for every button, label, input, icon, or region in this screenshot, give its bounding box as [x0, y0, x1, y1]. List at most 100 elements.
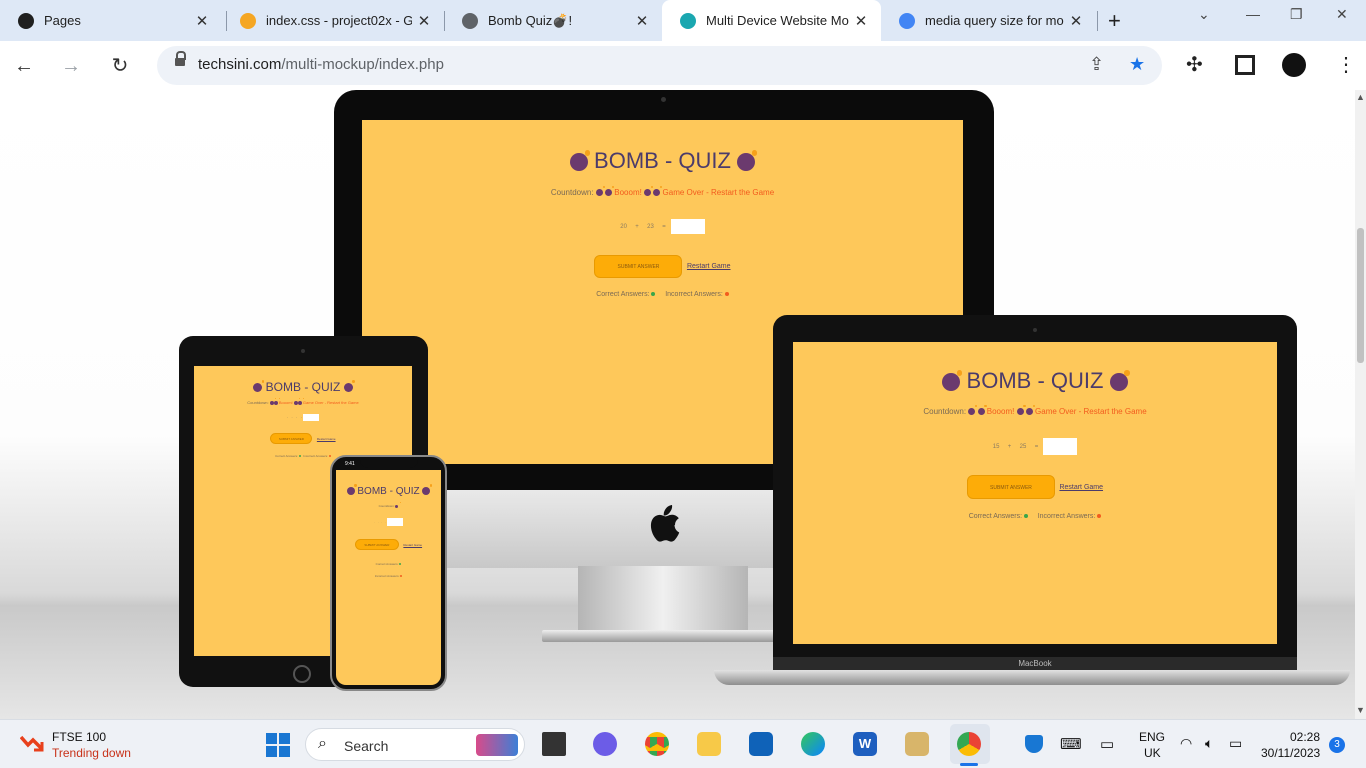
wifi-icon[interactable]: ◠ [1180, 735, 1192, 752]
bomb-icon [644, 186, 654, 197]
menu-kebab-icon[interactable]: ⋮ [1336, 52, 1356, 77]
start-windows-icon[interactable] [266, 733, 290, 757]
button-row: SUBMIT ANSWER Restart Game [194, 430, 412, 448]
globe-icon [462, 12, 478, 29]
forward-icon[interactable]: → [56, 51, 86, 81]
language-code[interactable]: ENG [1139, 730, 1165, 744]
clock-date[interactable]: 30/11/2023 [1261, 746, 1320, 760]
macbook-base [714, 670, 1350, 685]
store-icon[interactable] [749, 732, 773, 756]
trending-down-icon[interactable] [19, 734, 44, 752]
url-text[interactable]: techsini.com/multi-mockup/index.php [198, 56, 444, 73]
tab-pages[interactable]: Pages ✕ [0, 0, 222, 41]
answer-input[interactable] [670, 219, 705, 234]
restart-game-link[interactable]: Restart Game [687, 263, 731, 270]
close-window-icon[interactable]: ✕ [1336, 6, 1348, 23]
restart-game-link[interactable]: Restart Game [403, 543, 422, 547]
extensions-icon[interactable]: ✣ [1186, 52, 1203, 77]
quiz-title: BOMB - QUIZ [336, 484, 441, 497]
bomb-icon [395, 501, 401, 508]
quiz-title: BOMB - QUIZ [793, 368, 1277, 394]
volume-icon[interactable]: 🔈︎ [1205, 735, 1213, 752]
correct-dot [651, 292, 656, 297]
bomb-icon [737, 150, 758, 172]
answer-input[interactable] [303, 414, 320, 421]
bookmark-star-icon[interactable]: ★ [1129, 54, 1145, 75]
tab-search-icon[interactable]: ⌄ [1198, 6, 1210, 23]
countdown-label: Countdown: [550, 188, 594, 197]
close-icon[interactable]: ✕ [849, 12, 873, 30]
clock-time[interactable]: 02:28 [1290, 730, 1320, 744]
new-tab-button[interactable]: + [1108, 8, 1121, 34]
edge-icon[interactable] [801, 732, 825, 756]
close-icon[interactable]: ✕ [412, 12, 436, 30]
answer-input[interactable] [1043, 438, 1078, 455]
reload-icon[interactable]: ↻ [105, 51, 135, 81]
tab-separator [1097, 11, 1098, 31]
word-icon[interactable]: W [853, 732, 877, 756]
correct-label: Correct Answers: [275, 454, 298, 458]
active-indicator [960, 763, 978, 766]
tab-title: Pages [44, 13, 81, 28]
keyboard-icon[interactable]: ⌨ [1060, 735, 1082, 753]
operator: + [1007, 444, 1012, 451]
chrome-icon[interactable] [645, 732, 669, 756]
restart-game-link[interactable]: Restart Game [317, 437, 336, 441]
back-icon[interactable]: ← [9, 51, 39, 81]
operator: + [635, 224, 639, 231]
submit-answer-button[interactable]: SUBMIT ANSWER [966, 475, 1055, 499]
scroll-down-icon[interactable]: ▼ [1356, 705, 1365, 715]
address-bar[interactable]: techsini.com/multi-mockup/index.php ⇪ ★ [157, 46, 1162, 85]
search-highlight-icon [476, 734, 518, 756]
correct-label: Correct Answers: [375, 562, 399, 566]
widget-title[interactable]: FTSE 100 [52, 730, 106, 744]
scroll-up-icon[interactable]: ▲ [1356, 92, 1365, 102]
notification-badge[interactable]: 3 [1329, 737, 1345, 753]
restore-icon[interactable]: ❐ [1290, 6, 1303, 23]
defender-shield-icon[interactable] [1025, 735, 1043, 753]
profile-avatar[interactable] [1282, 53, 1306, 77]
display-icon[interactable]: ▭ [1100, 735, 1114, 753]
tab-title: Multi Device Website Mo [706, 13, 849, 28]
answer-input[interactable] [386, 518, 403, 526]
countdown-line: Countdown: Booom! Game Over - Restart th… [793, 405, 1277, 416]
share-icon[interactable]: ⇪ [1089, 54, 1104, 75]
scrollbar-thumb[interactable] [1357, 228, 1364, 363]
close-icon[interactable]: ✕ [1064, 12, 1088, 30]
tab-multi-device[interactable]: Multi Device Website Mo ✕ [662, 0, 881, 41]
task-view-icon[interactable] [542, 732, 566, 756]
page-scrollbar[interactable]: ▲ ▼ [1355, 90, 1366, 719]
bomb-icon [942, 370, 963, 392]
file-explorer-icon[interactable] [697, 732, 721, 756]
incorrect-line: Incorrect Answers: [336, 574, 441, 578]
minimize-icon[interactable]: — [1246, 6, 1260, 22]
countdown-line: Countdown: Booom! Game Over - Restart th… [362, 186, 963, 197]
bomb-icon [297, 397, 304, 405]
tab-index-css[interactable]: index.css - project02x - G ✕ [222, 0, 444, 41]
region-code[interactable]: UK [1144, 746, 1161, 760]
restart-game-link[interactable]: Restart Game [1059, 484, 1103, 491]
taskbar-search-box[interactable]: ⌕ Search [305, 728, 525, 761]
chrome-profile-icon[interactable] [957, 732, 981, 756]
score-line: Correct Answers: Incorrect Answers: [793, 513, 1277, 520]
chat-icon[interactable] [593, 732, 617, 756]
tab-bomb-quiz[interactable]: Bomb Quiz💣! ✕ [444, 0, 662, 41]
archive-icon[interactable] [905, 732, 929, 756]
widget-subtitle[interactable]: Trending down [52, 746, 131, 760]
close-icon[interactable]: ✕ [630, 12, 654, 30]
submit-answer-button[interactable]: SUBMIT ANSWER [270, 433, 313, 445]
submit-answer-button[interactable]: SUBMIT ANSWER [594, 255, 683, 278]
submit-answer-button[interactable]: SUBMIT ANSWER [354, 539, 399, 551]
camera [1033, 328, 1037, 332]
button-row: SUBMIT ANSWER Restart Game [793, 475, 1277, 499]
countdown-label: Countdown: [247, 400, 269, 405]
equals: = [1034, 444, 1039, 451]
tab-title: Bomb Quiz💣! [488, 12, 573, 28]
side-panel-icon[interactable] [1235, 55, 1255, 75]
incorrect-label: Incorrect Answers: [303, 454, 329, 458]
equals: = [662, 224, 666, 231]
boom-text: Booom! [278, 400, 293, 405]
close-icon[interactable]: ✕ [190, 12, 214, 30]
battery-icon[interactable]: ▭ [1229, 735, 1242, 752]
tab-media-query[interactable]: media query size for mob ✕ [881, 0, 1096, 41]
